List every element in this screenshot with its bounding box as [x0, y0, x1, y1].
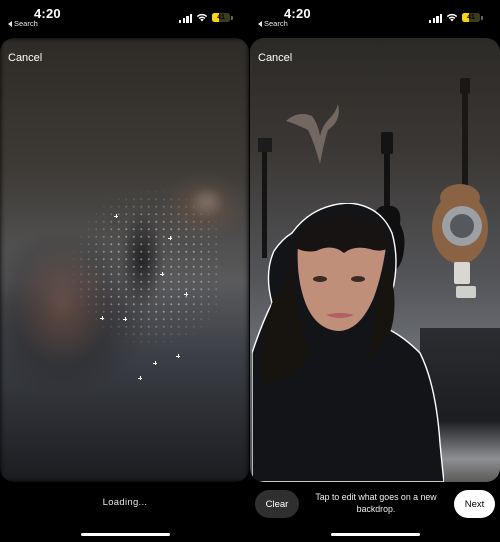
photo-preview-blurred: Cancel [0, 38, 249, 482]
battery-cap [231, 15, 233, 20]
sparkle-icon [184, 292, 188, 296]
processing-dot-grid [70, 188, 220, 348]
battery-icon: 41 [462, 13, 480, 22]
sparkle-icon [153, 361, 157, 365]
loading-screen: 4:20 Search 41 Cancel Loading... [0, 0, 250, 542]
signal-icon [429, 14, 443, 23]
sparkle-icon [100, 316, 104, 320]
status-time: 4:20 [284, 6, 311, 21]
back-to-search-link[interactable]: Search [8, 19, 38, 28]
battery-cap [481, 15, 483, 20]
subject-cutout[interactable] [252, 203, 444, 482]
back-arrow-icon [258, 20, 262, 27]
sparkle-icon [176, 354, 180, 358]
battery-icon: 41 [212, 13, 230, 22]
sparkle-icon [114, 214, 118, 218]
home-indicator[interactable] [81, 533, 170, 536]
wall-thermostat [454, 262, 476, 298]
next-button[interactable]: Next [454, 490, 495, 518]
signal-icon [179, 14, 193, 23]
sparkle-icon [138, 376, 142, 380]
loading-status: Loading... [102, 497, 148, 508]
skull-decor [286, 104, 339, 164]
sparkle-icon [123, 317, 127, 321]
battery-level: 41 [467, 14, 475, 21]
cancel-button[interactable]: Cancel [258, 52, 292, 64]
clear-button[interactable]: Clear [255, 490, 299, 518]
cutout-editor-screen: 4:20 Search 41 Cancel Clear Tap to edit … [250, 0, 500, 542]
back-label: Search [264, 19, 288, 28]
back-arrow-icon [8, 20, 12, 27]
back-to-search-link[interactable]: Search [258, 19, 288, 28]
wifi-icon [196, 13, 208, 22]
photo-preview-cutout[interactable]: Cancel [250, 38, 500, 482]
sparkle-icon [160, 272, 164, 276]
battery-level: 41 [217, 14, 225, 21]
home-indicator[interactable] [331, 533, 420, 536]
status-bar: 4:20 Search 41 [250, 0, 500, 36]
status-time: 4:20 [34, 6, 61, 21]
status-bar: 4:20 Search 41 [0, 0, 250, 36]
wifi-icon [446, 13, 458, 22]
cancel-button[interactable]: Cancel [8, 52, 42, 64]
edit-hint-text: Tap to edit what goes on a new backdrop. [315, 492, 437, 514]
sparkle-icon [168, 236, 172, 240]
back-label: Search [14, 19, 38, 28]
